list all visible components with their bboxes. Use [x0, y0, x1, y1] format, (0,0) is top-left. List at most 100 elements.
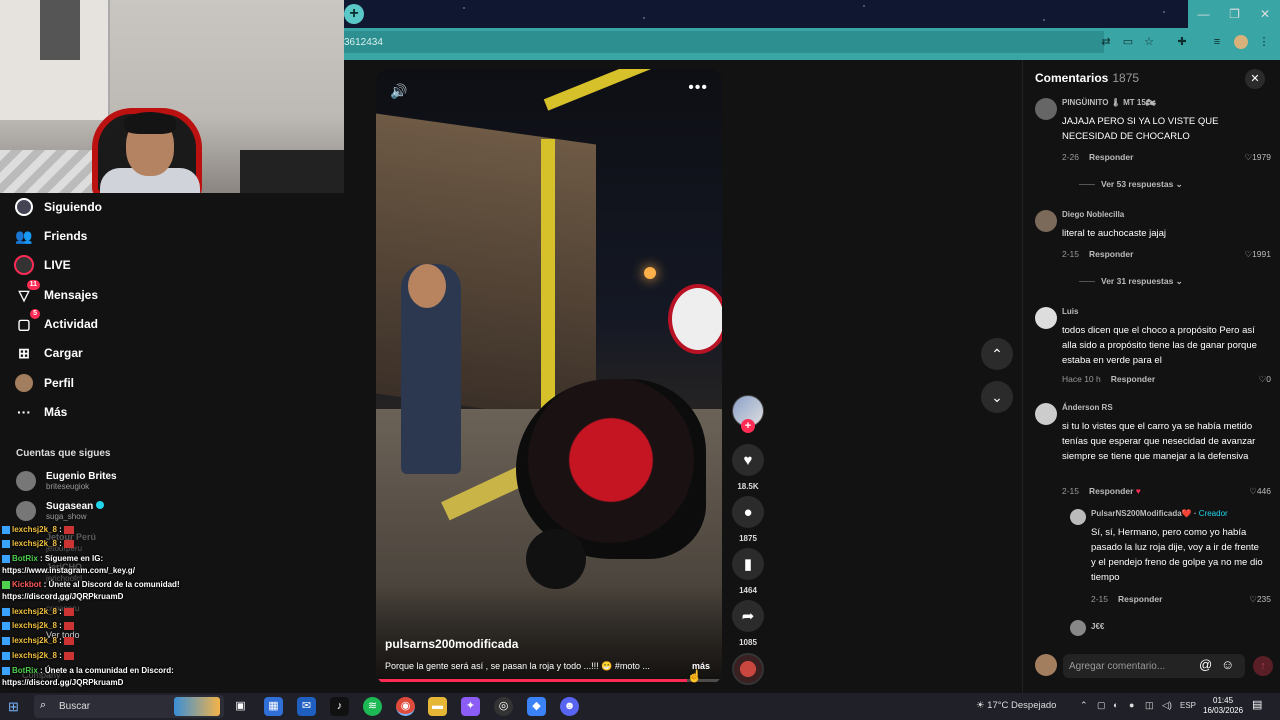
bookmark-star-icon[interactable]: ☆ — [1141, 34, 1157, 50]
copilot-icon[interactable]: ✦ — [461, 697, 480, 716]
weather-widget[interactable]: ☀ 17°C Despejado — [976, 700, 1056, 711]
windows-start-icon[interactable]: ⊞ — [8, 699, 19, 715]
view-replies-button[interactable]: Ver 53 respuestas ⌄ — [1079, 179, 1183, 190]
reply-button[interactable]: Responder — [1118, 594, 1162, 604]
extensions-icon[interactable]: ✚ — [1174, 34, 1190, 50]
file-explorer-icon[interactable]: ▬ — [428, 697, 447, 716]
store-icon[interactable]: ▦ — [264, 697, 283, 716]
nav-item-mensajes[interactable]: ▽ 11 Mensajes — [14, 280, 98, 307]
creator-liked-icon: ♥ — [1135, 486, 1141, 496]
browser-menu-icon[interactable]: ⋮ — [1256, 34, 1272, 50]
following-account[interactable]: Eugenio Brites briteseugiok — [16, 471, 117, 491]
nav-item-friends[interactable]: 👥 Friends — [14, 224, 87, 248]
nav-item-live[interactable]: LIVE — [14, 253, 71, 277]
messages-badge: 11 — [26, 280, 40, 290]
next-video-button[interactable]: ⌄ — [981, 381, 1013, 413]
video-progress-bar[interactable] — [376, 679, 722, 682]
tray-app-icon[interactable]: ▢ — [1097, 700, 1106, 711]
chat-line: lexchsj2k_8 : — [2, 525, 74, 534]
tiktok-icon[interactable]: ♪ — [330, 697, 349, 716]
comment-text: literal te auchocaste jajaj — [1062, 228, 1167, 239]
view-replies-button[interactable]: Ver 31 respuestas ⌄ — [1079, 276, 1183, 287]
streaming-app-icon[interactable]: ◆ — [527, 697, 546, 716]
activity-icon: ▢ 5 — [14, 309, 40, 334]
mouse-cursor-icon: ☝ — [687, 669, 702, 683]
comment-user[interactable]: Diego Noblecilla — [1062, 210, 1124, 219]
following-account[interactable]: Sugasean suga_show — [16, 501, 105, 521]
video-menu-icon[interactable]: ••• — [688, 79, 708, 97]
nav-item-mas[interactable]: ··· Más — [14, 400, 67, 424]
spotify-icon[interactable]: ≋ — [363, 697, 382, 716]
comment-like-button[interactable]: ♡0 — [1259, 374, 1271, 385]
tray-update-icon[interactable]: ◐ — [1113, 700, 1118, 710]
volume-tray-icon[interactable]: ◁) — [1162, 700, 1172, 711]
video-author[interactable]: pulsarns200modificada — [385, 637, 518, 651]
chrome-icon[interactable]: ◉ — [396, 697, 415, 716]
tray-discord-icon[interactable]: ● — [1129, 700, 1134, 710]
mail-icon[interactable]: ✉ — [297, 697, 316, 716]
video-player[interactable]: 🔊 ••• pulsarns200modificada Porque la ge… — [376, 69, 722, 684]
comment-button[interactable]: ● — [732, 496, 764, 528]
nav-item-siguiendo[interactable]: Siguiendo — [14, 195, 102, 219]
comment-user[interactable]: PulsarNS200Modificada❤️ · Creador — [1091, 509, 1228, 518]
minimize-button[interactable]: — — [1188, 0, 1219, 28]
save-button[interactable]: ▮ — [732, 548, 764, 580]
reply-button[interactable]: Responder — [1111, 374, 1155, 384]
translate-icon[interactable]: ⇄ — [1098, 34, 1114, 50]
nav-item-perfil[interactable]: Perfil — [14, 371, 74, 395]
taskbar-search[interactable]: ⌕ Buscar — [34, 695, 224, 718]
emoji-icon[interactable]: ☺ — [1221, 657, 1234, 672]
url-field[interactable]: 3612434 — [344, 31, 1104, 53]
comment-user[interactable]: Luis — [1062, 307, 1078, 316]
comment-like-button[interactable]: ♡235 — [1249, 594, 1271, 605]
media-icon[interactable]: ≡ — [1209, 34, 1225, 50]
cast-icon[interactable]: ▭ — [1120, 34, 1136, 50]
comment-text: si tu lo vistes que el carro ya se había… — [1062, 421, 1256, 462]
comment-user[interactable]: PINGÜINITO 🌡 MT 15🏍 — [1062, 98, 1156, 107]
comment-user[interactable]: Ánderson RS — [1062, 403, 1113, 412]
avatar[interactable] — [1035, 98, 1057, 120]
previous-video-button[interactable]: ⌃ — [981, 338, 1013, 370]
reply-button[interactable]: Responder — [1089, 152, 1133, 162]
tabbar-background — [344, 0, 1280, 28]
network-icon[interactable]: ◫ — [1145, 700, 1154, 711]
reply-button[interactable]: Responder — [1089, 486, 1133, 496]
mention-icon[interactable]: @ — [1199, 657, 1212, 672]
volume-icon[interactable]: 🔊 — [390, 83, 407, 100]
avatar[interactable] — [1070, 620, 1086, 636]
nav-label: Cargar — [44, 346, 83, 360]
avatar[interactable] — [1070, 509, 1086, 525]
avatar[interactable] — [1035, 210, 1057, 232]
maximize-button[interactable]: ❐ — [1219, 0, 1250, 28]
messages-icon: ▽ 11 — [14, 280, 40, 305]
follow-plus-icon[interactable]: + — [741, 419, 755, 433]
comment-like-button[interactable]: ♡446 — [1249, 486, 1271, 497]
tray-chevron-up-icon[interactable]: ⌃ — [1080, 700, 1088, 711]
like-button[interactable]: ♥ — [732, 444, 764, 476]
comment-input-box[interactable]: @ ☺ — [1063, 654, 1245, 678]
avatar[interactable] — [1035, 307, 1057, 329]
music-disc-icon[interactable] — [732, 653, 764, 685]
comment-input[interactable] — [1069, 658, 1189, 674]
comment-like-button[interactable]: ♡1979 — [1244, 152, 1271, 163]
avatar[interactable] — [1035, 403, 1057, 425]
comment-text: JAJAJA PERO SI YA LO VISTE QUE NECESIDAD… — [1062, 116, 1219, 142]
close-comments-button[interactable]: ✕ — [1245, 69, 1265, 89]
discord-icon[interactable]: ☻ — [560, 697, 579, 716]
reply-button[interactable]: Responder — [1089, 249, 1133, 259]
task-view-icon[interactable]: ▣ — [231, 697, 250, 716]
send-comment-button[interactable]: ↑ — [1253, 656, 1273, 676]
comments-panel: Comentarios 1875 ✕ PINGÜINITO 🌡 MT 15🏍 JA… — [1022, 60, 1280, 693]
language-indicator[interactable]: ESP — [1180, 701, 1196, 710]
obs-icon[interactable]: ◎ — [494, 697, 513, 716]
share-button[interactable]: ➦ — [732, 600, 764, 632]
new-tab-button[interactable]: + — [344, 4, 364, 24]
comment-like-button[interactable]: ♡1991 — [1244, 249, 1271, 260]
close-window-button[interactable]: ✕ — [1250, 0, 1280, 28]
clock[interactable]: 01:45 16/03/2026 — [1203, 696, 1243, 716]
nav-item-cargar[interactable]: ⊞ Cargar — [14, 341, 83, 365]
comment-user[interactable]: J€€ — [1091, 622, 1104, 631]
nav-item-actividad[interactable]: ▢ 5 Actividad — [14, 309, 98, 336]
profile-avatar-icon[interactable] — [1234, 35, 1248, 49]
notifications-icon[interactable]: ▤ — [1252, 698, 1262, 711]
